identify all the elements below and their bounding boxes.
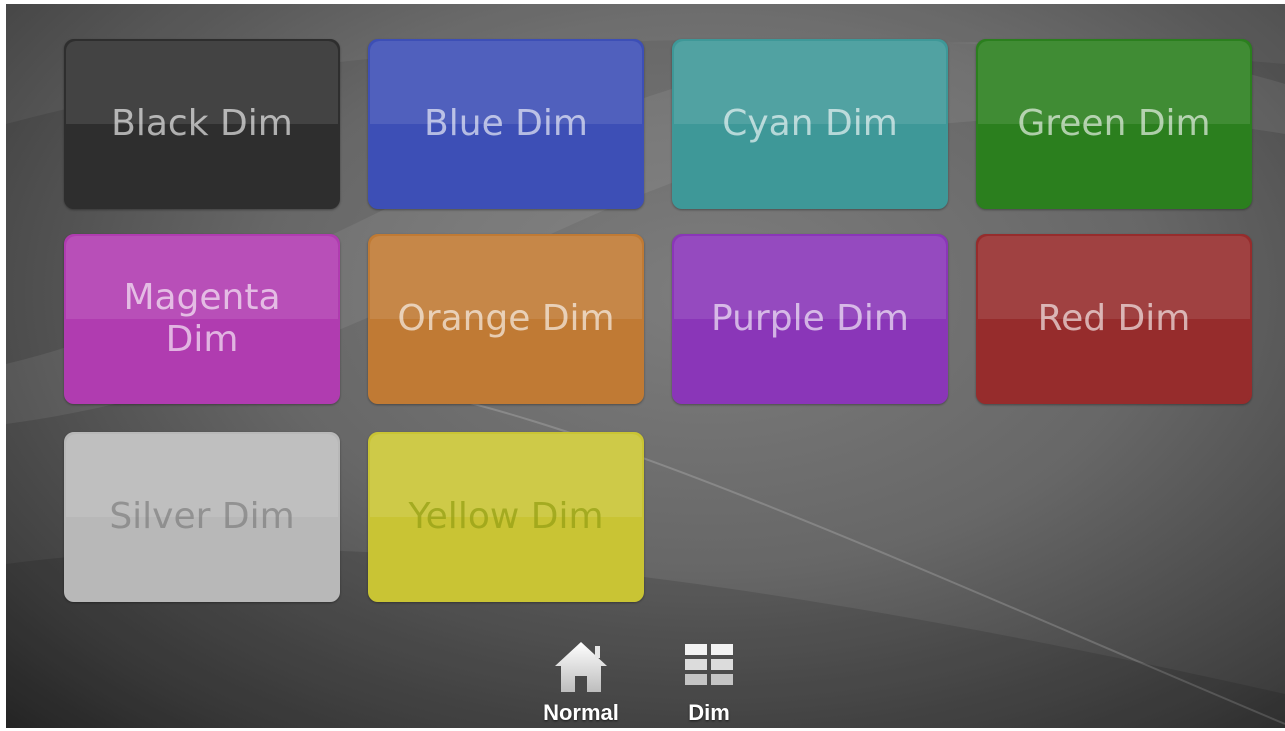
tile-silver-dim[interactable]: Silver Dim: [64, 432, 340, 602]
tile-green-dim[interactable]: Green Dim: [976, 39, 1252, 209]
tile-purple-dim[interactable]: Purple Dim: [672, 234, 948, 404]
nav-normal-label: Normal: [543, 700, 619, 725]
bottom-nav: Normal Dim: [6, 630, 1285, 728]
tile-yellow-dim[interactable]: Yellow Dim: [368, 432, 644, 602]
screen: Black Dim Blue Dim Cyan Dim Green Dim Ma…: [6, 4, 1285, 728]
tile-label: Black Dim: [111, 103, 293, 144]
tile-red-dim[interactable]: Red Dim: [976, 234, 1252, 404]
nav-dim-label: Dim: [688, 700, 730, 725]
tile-blue-dim[interactable]: Blue Dim: [368, 39, 644, 209]
tile-cyan-dim[interactable]: Cyan Dim: [672, 39, 948, 209]
tile-label: Green Dim: [1017, 103, 1211, 144]
tile-orange-dim[interactable]: Orange Dim: [368, 234, 644, 404]
nav-dim-button[interactable]: Dim: [654, 630, 764, 728]
tile-label: Cyan Dim: [722, 103, 898, 144]
nav-normal-button[interactable]: Normal: [526, 630, 636, 728]
tile-label: Purple Dim: [711, 298, 909, 339]
grid-icon: [685, 644, 733, 685]
tile-magenta-dim[interactable]: Magenta Dim: [64, 234, 340, 404]
tile-label: Red Dim: [1037, 298, 1191, 339]
tile-label: Silver Dim: [109, 496, 295, 537]
home-icon: [555, 642, 607, 692]
tile-label: Blue Dim: [424, 103, 588, 144]
dim-color-grid: Black Dim Blue Dim Cyan Dim Green Dim Ma…: [6, 4, 1285, 728]
tile-label: Magenta Dim: [123, 277, 281, 360]
tile-black-dim[interactable]: Black Dim: [64, 39, 340, 209]
tile-label: Orange Dim: [397, 298, 615, 339]
tile-label: Yellow Dim: [408, 496, 604, 537]
